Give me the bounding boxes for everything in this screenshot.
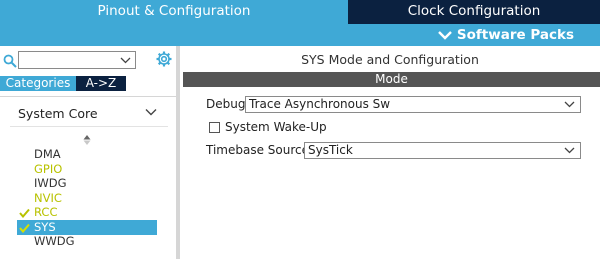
list-item[interactable]: WWDG [17,234,157,249]
check-icon [19,208,30,218]
list-item-label: IWDG [34,176,67,190]
sort-icon[interactable] [83,134,91,146]
list-item-label: RCC [34,205,58,219]
divider [10,126,168,127]
divider [0,96,178,97]
check-icon [19,223,30,233]
list-item[interactable]: RCC [17,205,157,220]
list-item-label: NVIC [34,191,62,205]
panel-splitter[interactable] [176,46,180,259]
chevron-down-icon [564,101,575,108]
tab-clock-configuration[interactable]: Clock Configuration [348,0,600,24]
system-wakeup-label: System Wake-Up [225,120,327,134]
top-tab-bar: Pinout & Configuration Clock Configurati… [0,0,600,24]
search-input[interactable] [18,51,136,69]
debug-label: Debug [206,97,246,111]
chevron-down-icon[interactable] [145,107,157,117]
debug-select[interactable]: Trace Asynchronous Sw [245,96,581,113]
system-wakeup-checkbox[interactable] [209,122,220,133]
software-packs-bar: Software Packs [0,24,600,46]
list-item[interactable]: NVIC [17,191,157,206]
software-packs-button[interactable]: Software Packs [437,24,574,46]
categories-tab[interactable]: Categories [0,76,76,91]
list-item-label: DMA [34,147,61,161]
software-packs-label: Software Packs [456,27,574,43]
gear-icon[interactable] [156,51,172,67]
list-item-label: GPIO [34,162,63,176]
list-item[interactable]: IWDG [17,176,157,191]
search-icon [3,54,17,68]
tab-pinout-configuration[interactable]: Pinout & Configuration [0,0,348,24]
list-item[interactable]: DMA [17,147,157,162]
mode-section-header: Mode [183,72,600,87]
list-item-label: SYS [34,220,56,234]
list-item-label: WWDG [34,234,75,248]
chevron-down-icon [438,31,452,40]
chevron-down-icon [120,57,131,64]
timebase-source-label: Timebase Source [206,143,310,157]
timebase-source-select[interactable]: SysTick [304,142,581,159]
debug-select-value: Trace Asynchronous Sw [249,97,391,111]
list-item-selected[interactable]: SYS [17,220,157,235]
panel-title: SYS Mode and Configuration [301,52,479,67]
timebase-source-value: SysTick [308,143,353,157]
system-core-group[interactable]: System Core [18,106,98,121]
chevron-down-icon [564,147,575,154]
a-z-tab[interactable]: A->Z [76,76,126,91]
list-item[interactable]: GPIO [17,162,157,177]
